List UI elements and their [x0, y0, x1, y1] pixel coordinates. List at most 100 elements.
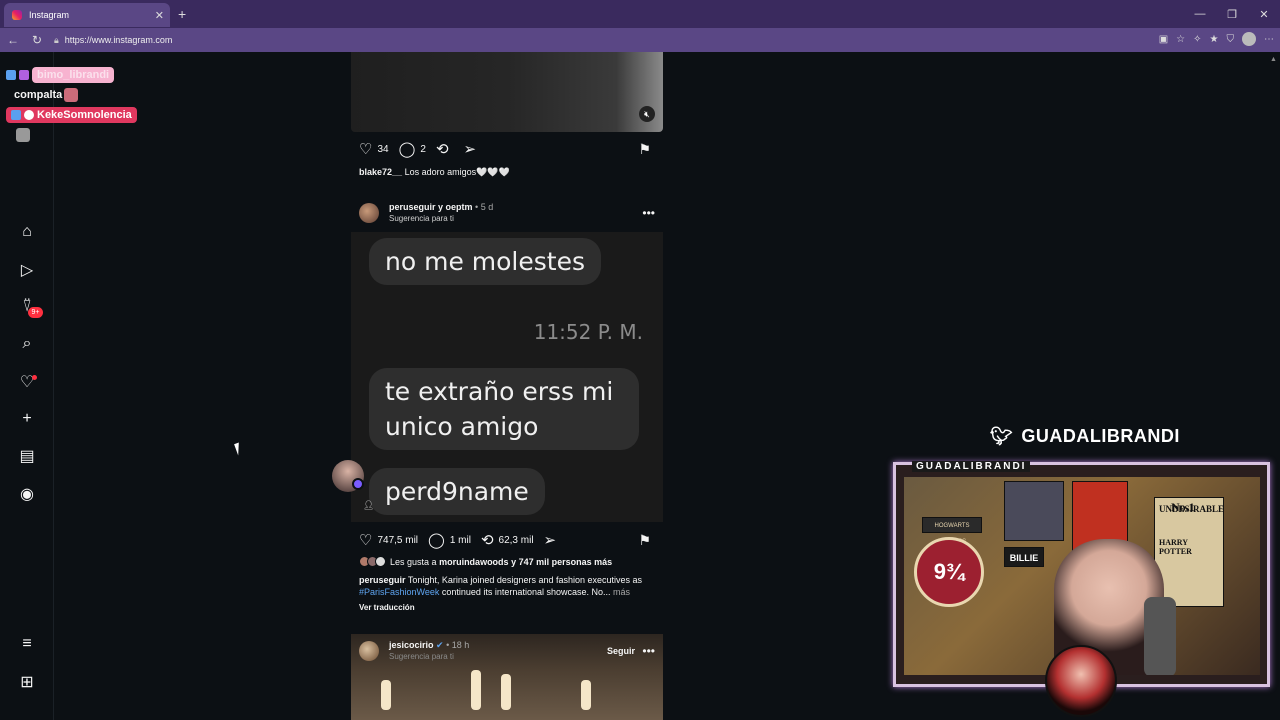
instagram-page: ⌂ ▷ ⍢ 9+ ⌕ ♡ + ▤ ◉ ≡ ⊞ bimo_librandi com…: [0, 52, 1280, 720]
new-tab-button[interactable]: +: [178, 6, 186, 22]
stream-chat-overlay: bimo_librandi compalta KekeSomnolencia: [6, 66, 146, 146]
chat-username: compalta: [14, 89, 63, 101]
like-button[interactable]: ♡ 747,5 mil: [359, 531, 418, 549]
post2-actions: ♡ 747,5 mil ◯ 1 mil ⟲ 62,3 mil ➢ ⚑: [359, 530, 659, 550]
instagram-sidebar: ⌂ ▷ ⍢ 9+ ⌕ ♡ + ▤ ◉ ≡ ⊞: [0, 52, 54, 720]
liked-by-user[interactable]: moruindawoods: [439, 557, 509, 567]
tagged-user-icon[interactable]: 👤︎: [363, 500, 374, 511]
post-users[interactable]: peruseguir y oeptm: [389, 202, 473, 212]
twitter-bird-icon: 🐦︎: [990, 426, 1014, 446]
share-button[interactable]: ➢: [544, 531, 562, 549]
chat-username: bimo_librandi: [32, 67, 115, 83]
caption-user[interactable]: blake72__: [359, 167, 402, 177]
shield-icon[interactable]: ⛉: [1227, 34, 1235, 45]
liker-avatar: [375, 556, 386, 567]
chat-line: compalta: [6, 86, 146, 104]
home-icon[interactable]: ⌂: [17, 222, 37, 242]
repost-icon: ⟲: [480, 532, 494, 549]
reels-icon[interactable]: ▷: [17, 260, 37, 280]
tab-title: Instagram: [29, 10, 70, 20]
caption-text: continued its international showcase. No…: [441, 587, 611, 597]
caption-hashtag[interactable]: #ParisFashionWeek: [359, 587, 439, 597]
back-arrow-icon[interactable]: ←: [2, 33, 24, 47]
browser-toolbar: ▣ ☆ ✧ ★ ⛉ ⋯: [1159, 32, 1274, 46]
comment-button[interactable]: ◯ 2: [399, 140, 426, 158]
post2-image[interactable]: no me molestes 11:52 P. M. te extraño er…: [351, 232, 663, 522]
mute-icon[interactable]: 🔇︎: [639, 106, 655, 122]
more-link[interactable]: más: [613, 587, 630, 597]
poster: [1004, 481, 1064, 541]
lamp-shape: [501, 674, 511, 710]
scroll-up-icon[interactable]: ▲: [1270, 56, 1277, 63]
extensions-icon[interactable]: ✧: [1193, 34, 1201, 45]
post-avatar[interactable]: [359, 203, 379, 223]
profile-icon[interactable]: ◉: [17, 484, 37, 504]
like-button[interactable]: ♡ 34: [359, 140, 389, 158]
liked-by-prefix: Les gusta a: [390, 556, 437, 567]
liked-by-suffix[interactable]: y 747 mil personas más: [511, 557, 612, 567]
post-avatar[interactable]: [359, 641, 379, 661]
close-window-button[interactable]: ✕: [1248, 8, 1280, 21]
profile-avatar[interactable]: [1242, 32, 1256, 46]
bookmark-icon[interactable]: ⚑: [638, 141, 651, 158]
post1-actions: ♡ 34 ◯ 2 ⟲ ➢ ⚑: [359, 139, 659, 159]
post3-media[interactable]: jesicocirio ✔ • 18 h Sugerencia para ti …: [351, 634, 663, 720]
messages-badge: 9+: [28, 307, 43, 318]
chat-badge-icon: [6, 70, 16, 80]
translate-link[interactable]: Ver traducción: [359, 602, 659, 614]
poster-text: HARRY POTTER: [1159, 538, 1192, 556]
comment-icon: ◯: [428, 532, 445, 549]
platform-sign: 9¾: [914, 537, 984, 607]
floating-avatar-badge: [352, 478, 364, 490]
search-icon[interactable]: ⌕: [17, 334, 37, 354]
caption-user[interactable]: peruseguir: [359, 575, 406, 585]
repost-button[interactable]: ⟲ 62,3 mil: [481, 531, 534, 549]
repost-count: 62,3 mil: [498, 534, 534, 546]
tab-close-icon[interactable]: ✕: [155, 9, 164, 22]
address-bar-row: ← ↻ 🔒︎ https://www.instagram.com ▣ ☆ ✧ ★…: [0, 28, 1280, 52]
share-button[interactable]: ➢: [464, 140, 482, 158]
lamp-shape: [381, 680, 391, 710]
post-time: • 5 d: [475, 202, 494, 212]
reload-icon[interactable]: ↻: [26, 33, 48, 47]
maximize-button[interactable]: ❐: [1216, 8, 1248, 21]
post2-header: peruseguir y oeptm • 5 d Sugerencia para…: [359, 200, 663, 226]
apps-icon[interactable]: ⊞: [17, 672, 37, 692]
scrollbar[interactable]: ▲: [1270, 56, 1277, 716]
poster-text: HOGWARTS EXPRESS: [922, 517, 982, 545]
more-menu-icon[interactable]: ≡: [17, 634, 37, 654]
chat-username-chip: KekeSomnolencia: [6, 107, 137, 123]
like-count: 34: [377, 143, 389, 155]
post-user[interactable]: jesicocirio: [389, 640, 434, 650]
mouse-cursor-icon: [234, 442, 243, 456]
more-options-icon[interactable]: •••: [642, 206, 655, 220]
post-subtitle: Sugerencia para ti: [389, 214, 454, 223]
dashboard-icon[interactable]: ▤: [17, 446, 37, 466]
browser-tab-instagram[interactable]: Instagram ✕: [4, 3, 170, 27]
more-options-icon[interactable]: •••: [642, 644, 655, 658]
reader-mode-icon[interactable]: ▣: [1159, 34, 1168, 45]
chat-line: bimo_librandi: [6, 66, 146, 84]
chat-line: [6, 126, 146, 144]
post3-header: jesicocirio ✔ • 18 h Sugerencia para ti …: [359, 638, 663, 664]
follow-button[interactable]: Seguir: [607, 646, 635, 656]
menu-dots-icon[interactable]: ⋯: [1264, 34, 1274, 45]
chat-username: KekeSomnolencia: [37, 109, 132, 121]
favorite-star-icon[interactable]: ☆: [1176, 34, 1185, 45]
repost-icon: ⟲: [435, 141, 449, 158]
post-time: • 18 h: [446, 640, 470, 650]
lamp-shape: [581, 680, 591, 710]
screen: Instagram ✕ + — ❐ ✕ ← ↻ 🔒︎ https://www.i…: [0, 0, 1280, 720]
webcam-title: GUADALIBRANDI: [912, 461, 1031, 472]
minimize-button[interactable]: —: [1184, 8, 1216, 20]
favorites-icon[interactable]: ★: [1210, 34, 1219, 45]
share-icon: ➢: [463, 141, 477, 158]
bookmark-icon[interactable]: ⚑: [638, 532, 651, 549]
create-plus-icon[interactable]: +: [17, 409, 37, 429]
repost-button[interactable]: ⟲: [436, 140, 454, 158]
post1-video[interactable]: 🔇︎: [351, 52, 663, 132]
comment-button[interactable]: ◯ 1 mil: [428, 531, 471, 549]
url-field[interactable]: 🔒︎ https://www.instagram.com: [54, 30, 1094, 50]
site-info-icon[interactable]: 🔒︎: [54, 35, 59, 46]
chat-badge-icon: [11, 110, 21, 120]
